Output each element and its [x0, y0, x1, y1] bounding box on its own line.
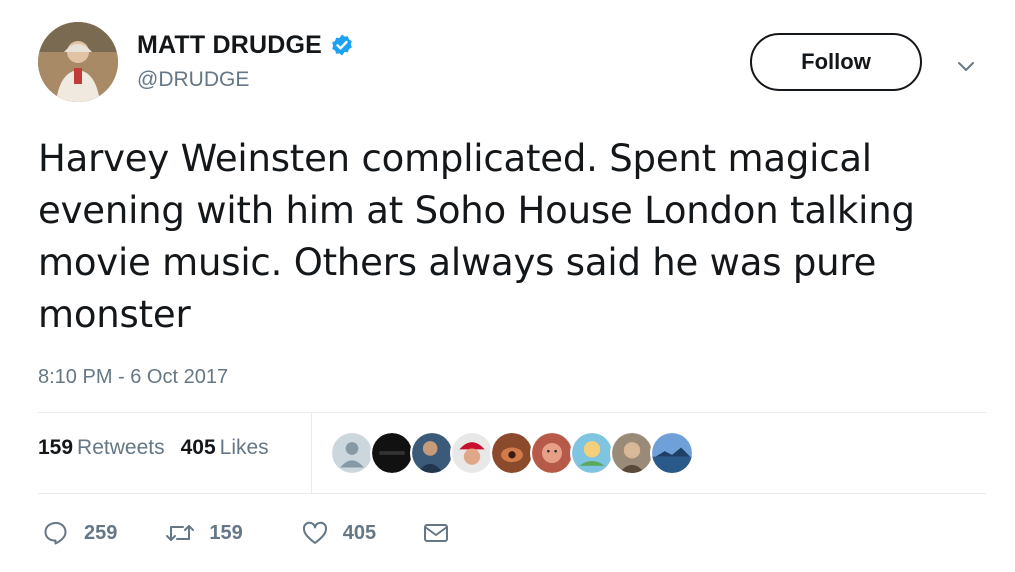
retweets-stat[interactable]: 159 Retweets — [38, 436, 165, 460]
author-handle[interactable]: @DRUDGE — [137, 68, 354, 92]
divider — [38, 412, 986, 413]
likes-stat[interactable]: 405 Likes — [181, 436, 269, 460]
chevron-down-icon[interactable] — [955, 55, 977, 77]
likes-count: 405 — [180, 436, 216, 459]
author-avatar[interactable] — [38, 22, 118, 102]
follow-button[interactable]: Follow — [750, 33, 922, 91]
envelope-icon — [422, 521, 450, 545]
heart-icon — [301, 520, 329, 546]
verified-badge-icon — [330, 33, 354, 57]
retweets-count: 159 — [38, 436, 74, 459]
author-info: MATT DRUDGE @DRUDGE — [137, 28, 354, 92]
liker-avatar-cartoon[interactable] — [570, 431, 614, 475]
liker-avatar-dark[interactable] — [370, 431, 414, 475]
stats-separator — [311, 412, 312, 493]
retweet-button[interactable]: 159 — [165, 520, 243, 546]
reply-icon — [42, 519, 70, 547]
retweet-icon — [165, 520, 195, 546]
liker-avatar-person-1[interactable] — [410, 431, 454, 475]
like-count: 405 — [342, 521, 377, 544]
retweets-label: Retweets — [77, 436, 165, 459]
likes-label: Likes — [219, 436, 269, 459]
liker-avatar-brown[interactable] — [490, 431, 534, 475]
direct-message-button[interactable] — [422, 521, 450, 545]
liker-avatar-face[interactable] — [530, 431, 574, 475]
retweet-count: 159 — [209, 521, 243, 544]
reply-count: 259 — [84, 521, 118, 544]
divider — [38, 493, 986, 494]
liker-avatar-red-cap[interactable] — [450, 431, 494, 475]
author-display-name[interactable]: MATT DRUDGE — [137, 31, 322, 60]
reply-button[interactable]: 259 — [42, 519, 117, 547]
like-button[interactable]: 405 — [301, 520, 376, 546]
tweet-actions: 259 159 405 — [42, 513, 450, 553]
liker-avatar-landscape[interactable] — [650, 431, 694, 475]
tweet-stats: 159 Retweets 405 Likes — [38, 436, 269, 460]
liker-avatar-person-2[interactable] — [610, 431, 654, 475]
liker-avatars — [330, 431, 694, 475]
tweet-text: Harvey Weinsten complicated. Spent magic… — [38, 137, 915, 336]
profile-photo-icon — [38, 22, 118, 102]
liker-avatar-default[interactable] — [330, 431, 374, 475]
tweet-timestamp[interactable]: 8:10 PM - 6 Oct 2017 — [38, 366, 228, 389]
